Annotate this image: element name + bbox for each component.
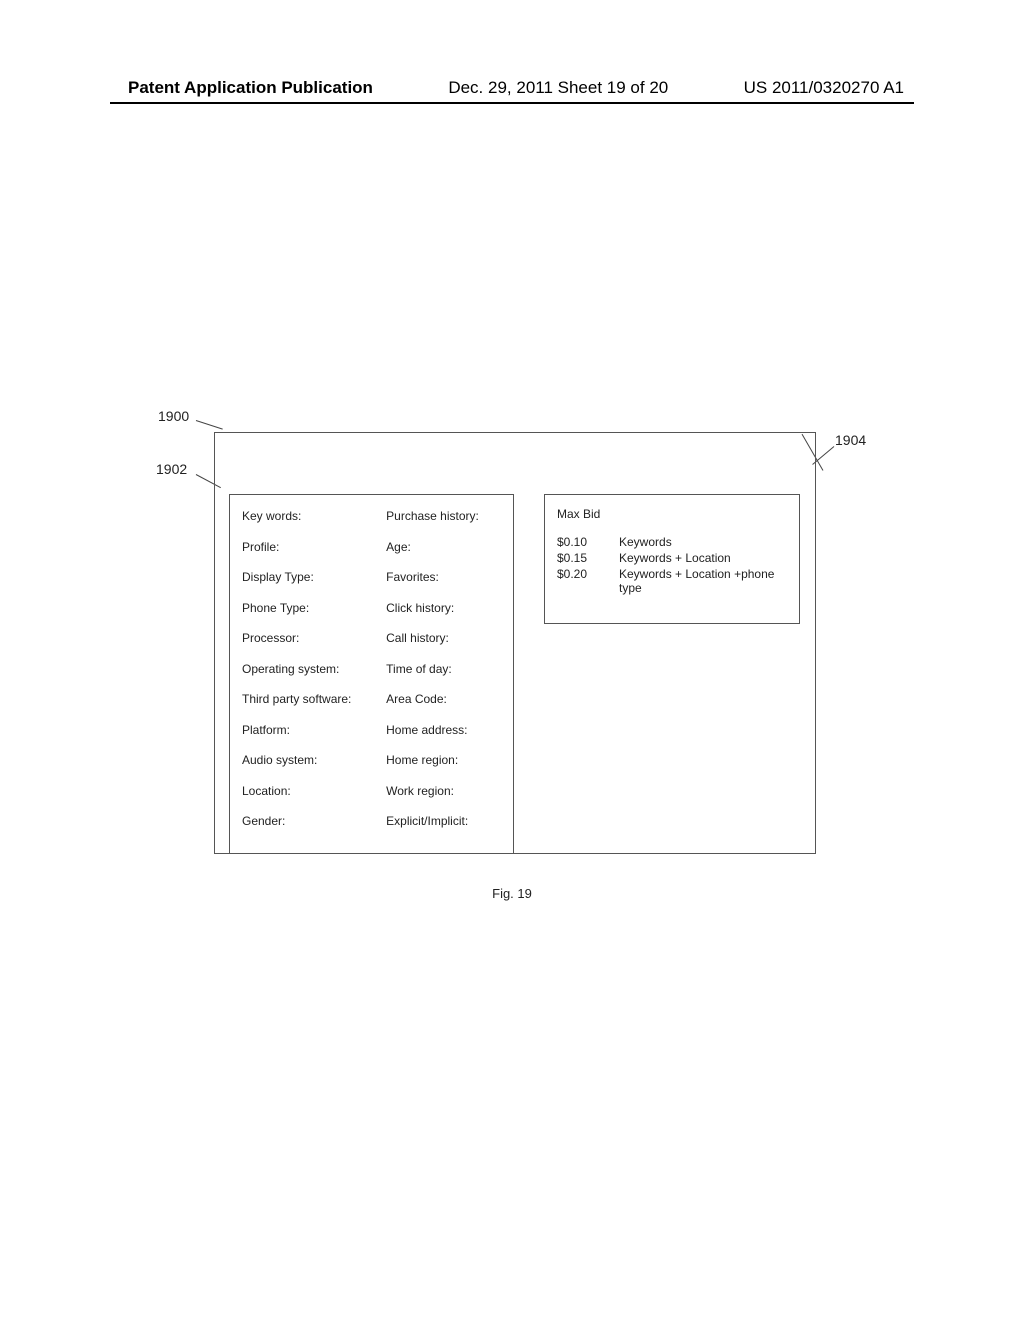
criteria-label: Home address: — [386, 723, 503, 754]
bid-amount: $0.20 — [557, 567, 619, 595]
criteria-label: Key words: — [242, 509, 386, 540]
criteria-panel: Key words: Profile: Display Type: Phone … — [229, 494, 514, 854]
criteria-label: Home region: — [386, 753, 503, 784]
criteria-label: Age: — [386, 540, 503, 571]
criteria-label: Time of day: — [386, 662, 503, 693]
criteria-label: Work region: — [386, 784, 503, 815]
criteria-label: Operating system: — [242, 662, 386, 693]
criteria-label: Click history: — [386, 601, 503, 632]
criteria-label: Purchase history: — [386, 509, 503, 540]
header-rule — [110, 102, 914, 104]
bid-amount: $0.10 — [557, 535, 619, 549]
criteria-label: Explicit/Implicit: — [386, 814, 503, 845]
criteria-label: Profile: — [242, 540, 386, 571]
criteria-label: Processor: — [242, 631, 386, 662]
criteria-label: Phone Type: — [242, 601, 386, 632]
lead-line-icon — [196, 420, 223, 430]
bid-row: $0.20 Keywords + Location +phone type — [557, 567, 789, 595]
bid-row: $0.15 Keywords + Location — [557, 551, 789, 565]
bid-description: Keywords + Location — [619, 551, 789, 565]
figure-caption: Fig. 19 — [0, 886, 1024, 901]
reference-numeral-1904: 1904 — [835, 432, 866, 448]
criteria-label: Favorites: — [386, 570, 503, 601]
bid-amount: $0.15 — [557, 551, 619, 565]
criteria-column-2: Purchase history: Age: Favorites: Click … — [386, 509, 503, 845]
criteria-label: Call history: — [386, 631, 503, 662]
page-header: Patent Application Publication Dec. 29, … — [0, 78, 1024, 98]
header-left: Patent Application Publication — [128, 78, 373, 98]
bid-description: Keywords + Location +phone type — [619, 567, 789, 595]
criteria-label: Display Type: — [242, 570, 386, 601]
criteria-label: Gender: — [242, 814, 386, 845]
criteria-label: Platform: — [242, 723, 386, 754]
bid-description: Keywords — [619, 535, 789, 549]
bid-row: $0.10 Keywords — [557, 535, 789, 549]
criteria-column-1: Key words: Profile: Display Type: Phone … — [242, 509, 386, 845]
criteria-label: Third party software: — [242, 692, 386, 723]
criteria-label: Area Code: — [386, 692, 503, 723]
criteria-label: Location: — [242, 784, 386, 815]
header-center: Dec. 29, 2011 Sheet 19 of 20 — [448, 78, 668, 98]
reference-numeral-1902: 1902 — [156, 461, 187, 477]
header-right: US 2011/0320270 A1 — [744, 78, 904, 98]
bid-panel: Max Bid $0.10 Keywords $0.15 Keywords + … — [544, 494, 800, 624]
bid-heading: Max Bid — [557, 507, 789, 521]
criteria-label: Audio system: — [242, 753, 386, 784]
reference-numeral-1900: 1900 — [158, 408, 189, 424]
